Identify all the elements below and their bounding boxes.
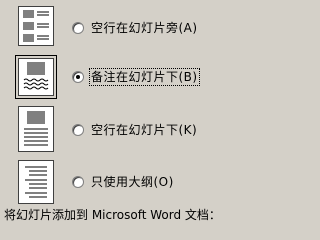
radio-outline-only[interactable] bbox=[72, 176, 84, 188]
label-blank-lines-below-slides: 空行在幻灯片下(K) bbox=[91, 123, 198, 137]
add-slides-to-word-label: 将幻灯片添加到 Microsoft Word 文档： bbox=[4, 208, 221, 222]
label-notes-beside-slides: 空行在幻灯片旁(A) bbox=[91, 21, 198, 35]
radio-notes-beside-slides[interactable] bbox=[72, 22, 84, 34]
blank-lines-below-slides-icon[interactable] bbox=[18, 106, 54, 152]
option-notes-below-slides[interactable]: 备注在幻灯片下(B) bbox=[72, 68, 200, 86]
notes-below-slides-icon[interactable] bbox=[15, 55, 57, 99]
radio-blank-lines-below-slides[interactable] bbox=[72, 124, 84, 136]
option-outline-only[interactable]: 只使用大纲(O) bbox=[72, 174, 174, 190]
send-to-word-dialog: 空行在幻灯片旁(A) 备注在幻灯片下(B) 空行在幻灯片下(K) 只使用大纲(O… bbox=[0, 0, 300, 222]
label-outline-only: 只使用大纲(O) bbox=[91, 175, 174, 189]
label-notes-below-slides: 备注在幻灯片下(B) bbox=[89, 68, 200, 86]
notes-beside-slides-icon[interactable] bbox=[18, 6, 54, 46]
outline-only-icon[interactable] bbox=[18, 160, 54, 204]
option-blank-lines-below-slides[interactable]: 空行在幻灯片下(K) bbox=[72, 122, 197, 138]
radio-notes-below-slides[interactable] bbox=[72, 71, 84, 83]
option-notes-beside-slides[interactable]: 空行在幻灯片旁(A) bbox=[72, 20, 198, 36]
